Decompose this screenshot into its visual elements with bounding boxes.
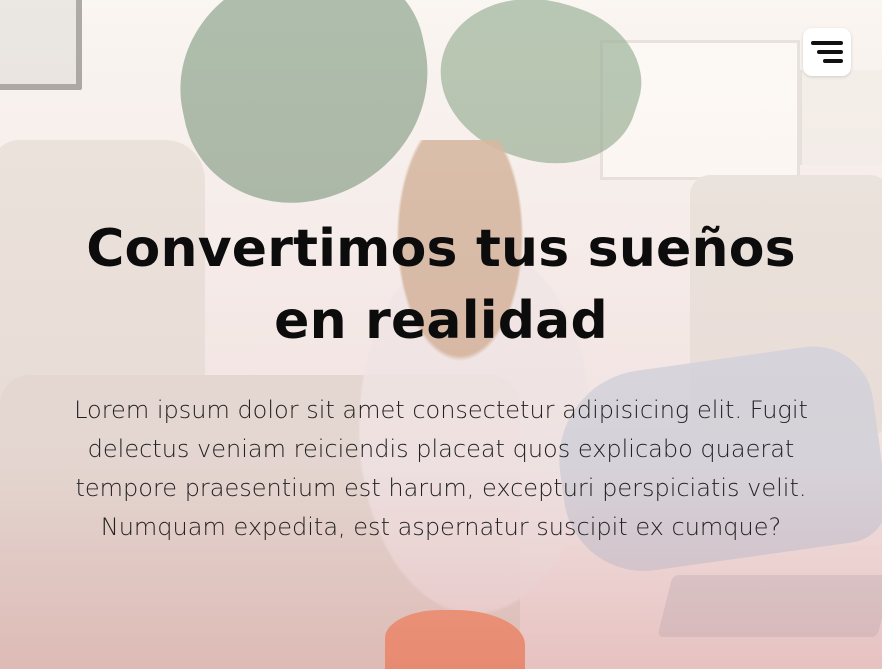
hero-subtitle: Lorem ipsum dolor sit amet consectetur a… bbox=[74, 396, 808, 541]
menu-button[interactable] bbox=[803, 28, 851, 76]
hero-title: Convertimos tus sueños en realidad bbox=[86, 219, 796, 351]
hero-section: Convertimos tus sueños en realidad Lorem… bbox=[0, 0, 882, 669]
hamburger-menu-icon bbox=[811, 41, 843, 63]
hero-content: Convertimos tus sueños en realidad Lorem… bbox=[0, 213, 882, 547]
